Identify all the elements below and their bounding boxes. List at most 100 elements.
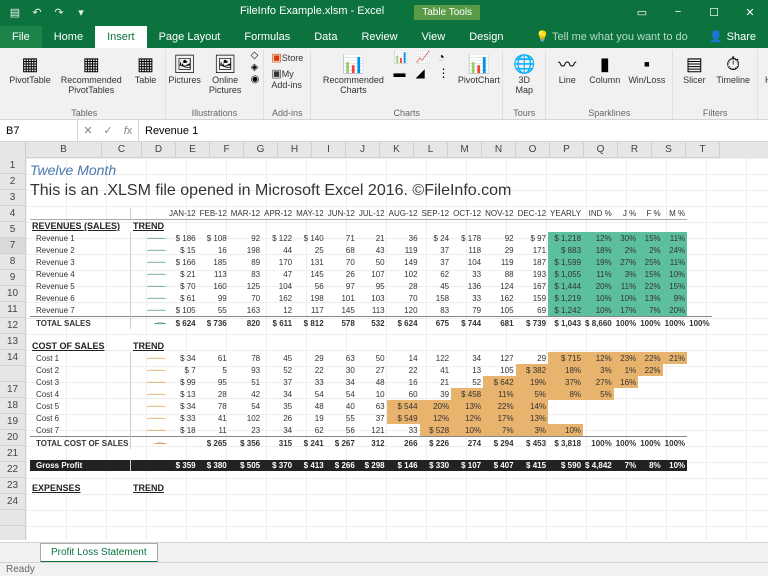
cell[interactable]: MAR-12 bbox=[229, 208, 262, 220]
cell[interactable]: 78 bbox=[229, 352, 262, 364]
cell[interactable]: $ 166 bbox=[167, 256, 198, 268]
cell[interactable]: $ 298 bbox=[357, 460, 387, 471]
cell[interactable]: Revenue 7 bbox=[30, 304, 131, 317]
cell[interactable]: 578 bbox=[326, 317, 357, 330]
enter-formula-icon[interactable]: ✓ bbox=[98, 120, 118, 142]
cell[interactable]: $ 3,818 bbox=[548, 437, 583, 450]
quick-save-icon[interactable]: ▤ bbox=[6, 3, 24, 21]
col-header[interactable]: F bbox=[210, 142, 244, 158]
cell[interactable]: 62 bbox=[294, 424, 326, 437]
cell[interactable]: 102 bbox=[387, 268, 420, 280]
cell[interactable]: $ 24 bbox=[420, 232, 452, 244]
cell[interactable]: Revenue 5 bbox=[30, 280, 131, 292]
cell[interactable]: 45 bbox=[262, 352, 294, 364]
cell[interactable]: $ 4,842 bbox=[583, 460, 614, 471]
cell[interactable]: $ 267 bbox=[326, 437, 357, 450]
cell[interactable]: 11% bbox=[483, 388, 515, 400]
sheet-tab-profit-loss[interactable]: Profit Loss Statement bbox=[40, 543, 158, 563]
cell[interactable]: 44 bbox=[262, 244, 294, 256]
cell[interactable]: 22% bbox=[638, 364, 662, 376]
cell[interactable]: 681 bbox=[483, 317, 515, 330]
col-header[interactable]: B bbox=[26, 142, 102, 158]
cell[interactable]: $ 544 bbox=[387, 400, 420, 412]
cell[interactable]: 2% bbox=[638, 244, 662, 256]
select-all-corner[interactable] bbox=[0, 142, 26, 158]
cell[interactable]: ⌢⌣⌢⌣⌢ bbox=[131, 364, 167, 376]
cell[interactable]: 36 bbox=[387, 232, 420, 244]
cell[interactable]: ⌢⌣⌢⌣⌢ bbox=[131, 400, 167, 412]
cell[interactable]: Cost 3 bbox=[30, 376, 131, 388]
cell[interactable]: 15% bbox=[638, 268, 662, 280]
cell[interactable]: 54 bbox=[326, 388, 357, 400]
cell[interactable]: ⌢⌣⌢ bbox=[131, 437, 167, 450]
cell[interactable]: 312 bbox=[357, 437, 387, 450]
cell[interactable]: $ 744 bbox=[451, 317, 483, 330]
cell[interactable]: $ 99 bbox=[167, 376, 198, 388]
cell[interactable]: $ 13 bbox=[167, 388, 198, 400]
row-header[interactable]: 2 bbox=[0, 174, 26, 190]
cell[interactable]: 11% bbox=[663, 232, 687, 244]
cell[interactable]: 160 bbox=[198, 280, 229, 292]
cell[interactable]: 162 bbox=[483, 292, 515, 304]
cell[interactable]: 42 bbox=[229, 388, 262, 400]
cell[interactable]: 145 bbox=[326, 304, 357, 317]
cell[interactable]: IND % bbox=[583, 208, 614, 220]
cell[interactable]: 2% bbox=[614, 244, 638, 256]
cell[interactable]: 21 bbox=[357, 232, 387, 244]
cell[interactable]: 43 bbox=[357, 244, 387, 256]
cell[interactable]: SEP-12 bbox=[420, 208, 452, 220]
cell[interactable]: 48 bbox=[357, 376, 387, 388]
col-header[interactable]: D bbox=[142, 142, 176, 158]
row-header[interactable] bbox=[0, 526, 26, 540]
tab-pagelayout[interactable]: Page Layout bbox=[147, 26, 233, 48]
cell[interactable]: 131 bbox=[294, 256, 326, 268]
cell[interactable]: 19 bbox=[294, 412, 326, 424]
cell[interactable]: 33 bbox=[451, 268, 483, 280]
tell-me-search[interactable]: 💡 Tell me what you want to do bbox=[535, 25, 696, 48]
cell[interactable]: 71 bbox=[326, 232, 357, 244]
cell[interactable] bbox=[30, 449, 687, 460]
cell[interactable]: $ 407 bbox=[483, 460, 515, 471]
cell[interactable]: 17% bbox=[614, 304, 638, 317]
cell[interactable]: EXPENSES bbox=[30, 482, 131, 494]
cell[interactable]: ⌢⌣⌢⌣⌢ bbox=[131, 376, 167, 388]
cell[interactable]: 21 bbox=[420, 376, 452, 388]
cell[interactable] bbox=[131, 208, 167, 220]
chart-line-icon[interactable]: 📈 bbox=[416, 50, 436, 64]
row-header[interactable]: 10 bbox=[0, 286, 26, 302]
cell[interactable]: 18% bbox=[583, 244, 614, 256]
cell[interactable]: 315 bbox=[262, 437, 294, 450]
cell[interactable]: 100% bbox=[663, 437, 687, 450]
cell[interactable]: J % bbox=[614, 208, 638, 220]
cell[interactable]: 7% bbox=[483, 424, 515, 437]
cell[interactable]: 12% bbox=[583, 352, 614, 364]
row-header[interactable]: 5 bbox=[0, 222, 26, 238]
cell[interactable]: 61 bbox=[198, 352, 229, 364]
recommended-charts-button[interactable]: 📊Recommended Charts bbox=[315, 50, 391, 98]
cell[interactable]: 11 bbox=[198, 424, 229, 437]
cell[interactable]: ⌢⌣⌢⌣⌢ bbox=[131, 256, 167, 268]
cell[interactable]: Revenue 3 bbox=[30, 256, 131, 268]
recommended-pivot-button[interactable]: ▦Recommended PivotTables bbox=[54, 50, 129, 98]
cell[interactable]: $ 34 bbox=[167, 400, 198, 412]
cell[interactable]: 83 bbox=[229, 268, 262, 280]
row-header[interactable]: 4 bbox=[0, 206, 26, 222]
cell[interactable]: 20% bbox=[663, 304, 687, 317]
cell[interactable]: Revenue 6 bbox=[30, 292, 131, 304]
cell[interactable]: 22% bbox=[638, 280, 662, 292]
cell[interactable]: $ 107 bbox=[451, 460, 483, 471]
tab-design[interactable]: Design bbox=[457, 26, 515, 48]
cell[interactable]: $ 7 bbox=[167, 364, 198, 376]
cell[interactable]: 22 bbox=[294, 364, 326, 376]
row-header[interactable]: 17 bbox=[0, 382, 26, 398]
cell[interactable]: 145 bbox=[294, 268, 326, 280]
minimize-icon[interactable]: − bbox=[660, 0, 696, 24]
cell[interactable]: 55 bbox=[198, 304, 229, 317]
cell[interactable]: $ 715 bbox=[548, 352, 583, 364]
cell[interactable]: 60 bbox=[387, 388, 420, 400]
cell[interactable]: ⌢⌣⌢⌣⌢ bbox=[131, 244, 167, 256]
cell[interactable]: $ 186 bbox=[167, 232, 198, 244]
cell[interactable]: 105 bbox=[483, 364, 515, 376]
cell[interactable]: ⌢⌣⌢⌣⌢ bbox=[131, 412, 167, 424]
cell[interactable]: 20% bbox=[420, 400, 452, 412]
